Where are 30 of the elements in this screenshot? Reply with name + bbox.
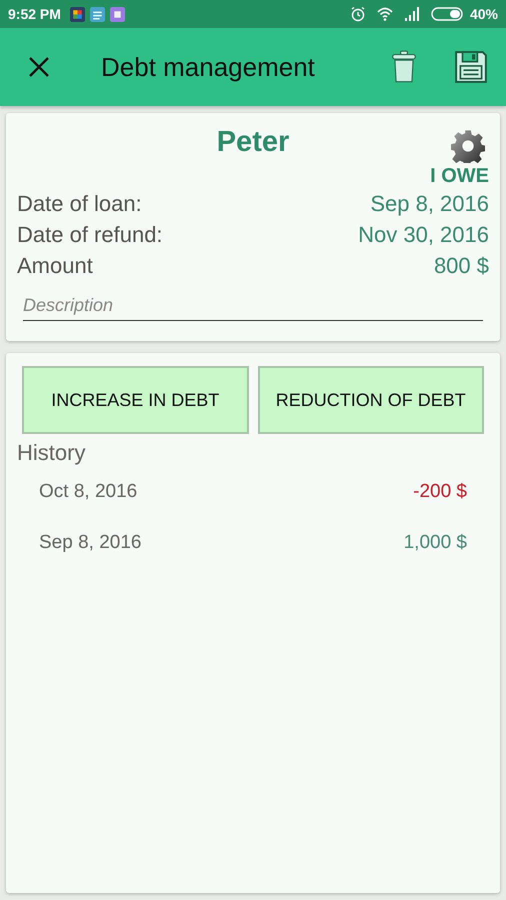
app-icon xyxy=(110,6,125,22)
debt-action-button[interactable]: REDUCTION OF DEBT xyxy=(258,366,484,434)
history-amount[interactable]: 1,000 $ xyxy=(404,532,467,554)
screen-title: Debt management xyxy=(101,52,315,82)
app-icon xyxy=(90,6,105,22)
history-title: History xyxy=(17,440,86,466)
field-label: Date of refund: xyxy=(17,221,163,249)
field-label: Amount xyxy=(17,252,93,280)
signal-icon xyxy=(404,6,420,22)
trash-icon[interactable] xyxy=(390,50,418,84)
alarm-icon xyxy=(350,6,366,22)
status-time: 9:52 PM xyxy=(8,6,61,22)
debt-action-button[interactable]: INCREASE IN DEBT xyxy=(22,366,248,434)
field-value[interactable]: Sep 8, 2016 xyxy=(370,188,489,219)
history-date[interactable]: Oct 8, 2016 xyxy=(39,480,138,502)
battery-percent: 40% xyxy=(470,6,498,22)
save-icon[interactable] xyxy=(454,50,488,84)
history-date[interactable]: Sep 8, 2016 xyxy=(39,532,142,554)
description-field[interactable]: Description xyxy=(23,291,483,321)
field-label: Date of loan: xyxy=(17,190,142,218)
history-amount[interactable]: -200 $ xyxy=(413,480,467,502)
settings-icon[interactable] xyxy=(451,129,485,163)
debt-direction: I OWE xyxy=(430,165,489,188)
app-icon xyxy=(70,6,85,22)
close-icon[interactable] xyxy=(27,55,51,79)
debtor-name: Peter xyxy=(216,126,290,158)
wifi-icon xyxy=(376,6,393,22)
field-value[interactable]: 800 $ xyxy=(434,250,489,281)
battery-icon xyxy=(430,6,465,22)
field-value[interactable]: Nov 30, 2016 xyxy=(358,219,489,250)
